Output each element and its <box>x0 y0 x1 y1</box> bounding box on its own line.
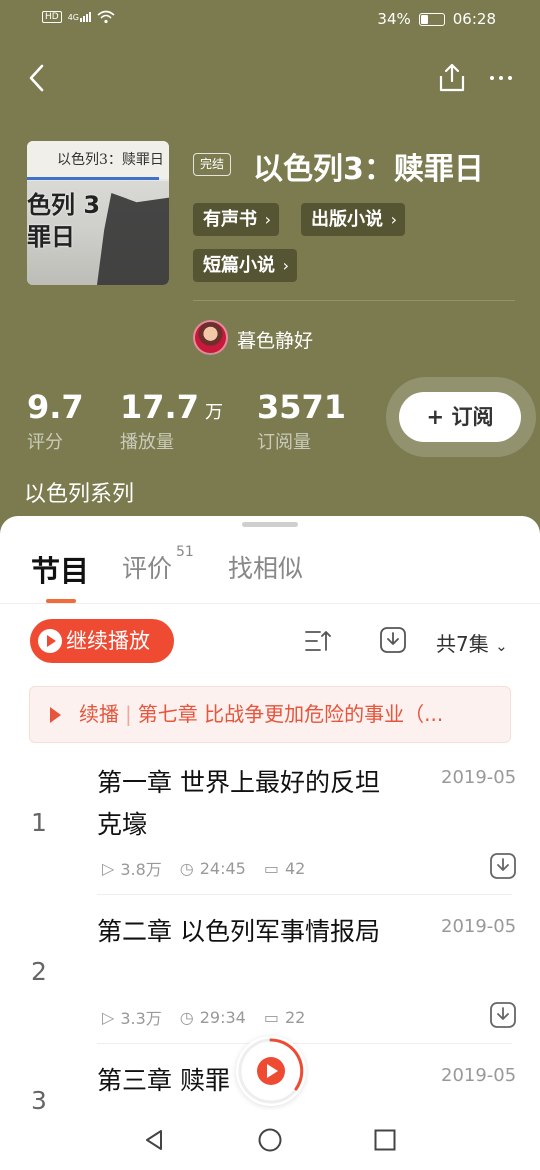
tag-label: 出版小说 <box>311 209 383 230</box>
plays-value: 17.7 万 <box>120 388 223 426</box>
download-icon[interactable] <box>489 852 517 880</box>
rating-value: 9.7 <box>27 388 84 426</box>
continue-play-label: 继续播放 <box>66 629 150 653</box>
back-icon[interactable] <box>22 60 52 96</box>
episode-number: 2 <box>31 957 47 986</box>
clock-icon: ◷ <box>179 858 194 878</box>
back-triangle-icon[interactable] <box>142 1128 166 1152</box>
tag-published-novel[interactable]: 出版小说 › <box>301 203 405 236</box>
sheet-handle[interactable] <box>242 522 298 527</box>
signal-icon: 4G <box>68 12 91 22</box>
status-badge: 完结 <box>193 153 232 176</box>
episode-meta: ▷ 3.8万 ◷ 24:45 ▭ 42 <box>102 856 305 880</box>
divider <box>0 603 540 604</box>
tab-reviews[interactable]: 评价51 <box>122 544 194 585</box>
play-icon <box>238 1038 304 1104</box>
wifi-icon <box>97 10 115 24</box>
subscribers-value: 3571 <box>257 388 347 426</box>
play-icon <box>38 629 62 653</box>
resume-episode-title: 第七章 比战争更加危险的事业（... <box>137 702 444 726</box>
tab-episodes[interactable]: 节目 <box>31 548 89 590</box>
chevron-right-icon: › <box>390 210 397 229</box>
download-icon[interactable] <box>489 1001 517 1029</box>
episode-title: 第一章 世界上最好的反坦克壕 <box>97 768 380 839</box>
play-icon: ▷ <box>102 858 115 878</box>
home-circle-icon[interactable] <box>257 1127 283 1153</box>
episodes-count-dropdown[interactable]: 共7集 ⌄ <box>436 628 508 657</box>
episode-number: 1 <box>31 808 47 837</box>
status-right: 34% 06:28 <box>377 10 496 28</box>
episode-meta: ▷ 3.3万 ◷ 29:34 ▭ 22 <box>102 1005 305 1029</box>
reviews-count: 51 <box>176 543 194 560</box>
comment-count: ▭ 42 <box>263 858 306 878</box>
comment-icon: ▭ <box>263 858 279 878</box>
episode-date: 2019-05 <box>441 767 517 788</box>
more-options-icon[interactable] <box>490 64 522 92</box>
cover-rule <box>27 177 159 180</box>
download-icon[interactable] <box>379 626 407 654</box>
status-bar: HD 4G 34% 06:28 <box>0 0 540 40</box>
plays-label: 播放量 <box>120 432 174 453</box>
divider <box>193 300 515 301</box>
subscribers-label: 订阅量 <box>257 432 311 453</box>
play-count: ▷ 3.8万 <box>102 858 162 880</box>
hd-icon: HD <box>42 11 62 23</box>
chevron-right-icon: › <box>264 210 271 229</box>
series-name[interactable]: 以色列系列 <box>24 476 134 508</box>
subscribe-button[interactable]: + 订阅 <box>399 392 521 442</box>
comment-icon: ▭ <box>263 1007 279 1027</box>
chevron-right-icon: › <box>282 256 289 275</box>
episode-row[interactable]: 1 第一章 世界上最好的反坦克壕 2019-05 ▷ 3.8万 ◷ 24:45 ▭ 4… <box>0 754 540 904</box>
tab-similar[interactable]: 找相似 <box>228 549 303 585</box>
resume-banner[interactable]: 续播 | 第七章 比战争更加危险的事业（... <box>29 686 511 743</box>
play-icon <box>50 707 61 723</box>
mini-player-button[interactable] <box>236 1036 306 1106</box>
book-title: 以色列3：赎罪日 <box>253 152 484 187</box>
soldier-silhouette <box>97 193 169 285</box>
divider <box>97 894 512 895</box>
play-icon: ▷ <box>102 1007 115 1027</box>
share-icon[interactable] <box>436 62 468 94</box>
tag-label: 短篇小说 <box>203 255 275 276</box>
cover-overlay-title: 色列 3 罪日 <box>27 191 101 251</box>
clock-icon: ◷ <box>179 1007 194 1027</box>
sort-icon[interactable] <box>304 628 332 654</box>
episode-title: 第二章 以色列军事情报局 <box>97 917 380 946</box>
episodes-count-label: 共7集 <box>436 632 489 656</box>
recents-square-icon[interactable] <box>373 1128 397 1152</box>
cover-caption: 以色列3：赎罪日 <box>27 141 169 179</box>
author-name[interactable]: 暮色静好 <box>237 326 313 353</box>
avatar[interactable] <box>193 320 228 355</box>
tag-label: 有声书 <box>203 209 257 230</box>
clock: 06:28 <box>452 10 496 28</box>
battery-percent: 34% <box>377 10 411 28</box>
plays-unit: 万 <box>204 402 223 423</box>
system-nav-bar <box>0 1110 540 1170</box>
episode-row[interactable]: 2 第二章 以色列军事情报局 2019-05 ▷ 3.3万 ◷ 29:34 ▭ 22 <box>0 903 540 1053</box>
chevron-down-icon: ⌄ <box>495 637 508 655</box>
duration: ◷ 24:45 <box>179 858 246 878</box>
cover-photo: 色列 3 罪日 <box>27 181 169 285</box>
episode-date: 2019-05 <box>441 1065 517 1086</box>
cover-image[interactable]: 以色列3：赎罪日 色列 3 罪日 <box>27 141 169 285</box>
resume-prefix: 续播 <box>79 702 119 726</box>
comment-count: ▭ 22 <box>263 1007 306 1027</box>
play-count: ▷ 3.3万 <box>102 1007 162 1029</box>
rating-label: 评分 <box>27 432 63 453</box>
episode-date: 2019-05 <box>441 916 517 937</box>
duration: ◷ 29:34 <box>179 1007 246 1027</box>
tag-short-story[interactable]: 短篇小说 › <box>193 249 297 282</box>
battery-level <box>420 14 429 24</box>
battery-icon <box>418 12 445 26</box>
status-left: HD 4G <box>42 10 115 24</box>
continue-play-button[interactable]: 继续播放 <box>30 619 174 663</box>
tag-audiobook[interactable]: 有声书 › <box>193 203 279 236</box>
network-type: 4G <box>67 13 79 22</box>
resume-separator: | <box>125 702 132 726</box>
